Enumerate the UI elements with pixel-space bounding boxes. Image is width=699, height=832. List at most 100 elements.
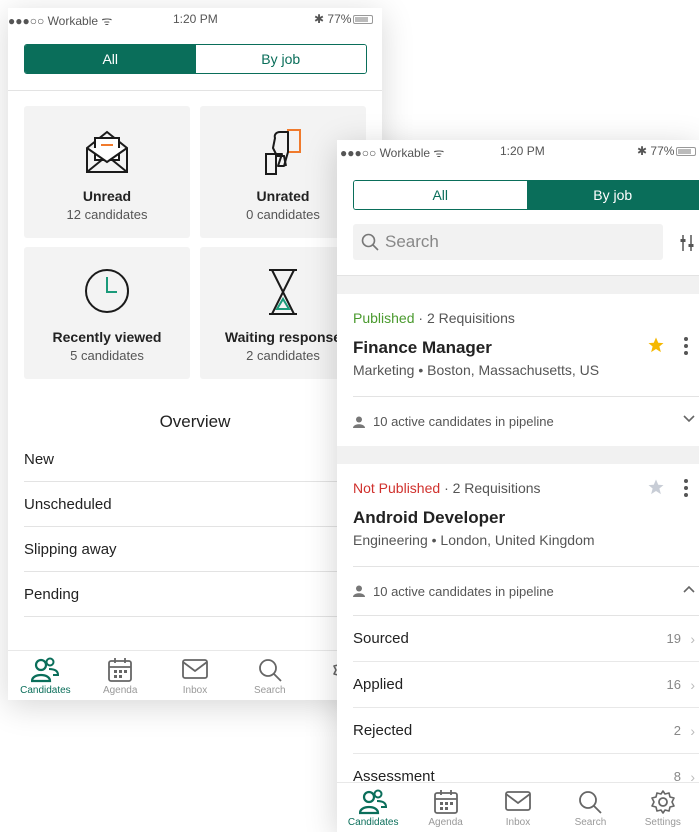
- search-bar[interactable]: [353, 224, 663, 260]
- overview-row-unscheduled[interactable]: Unscheduled: [24, 482, 382, 527]
- battery-indicator: ✱ 77%: [314, 12, 374, 26]
- tab-label: Candidates: [347, 817, 399, 828]
- filter-icon[interactable]: [679, 233, 695, 253]
- status-time: 1:20 PM: [500, 144, 545, 158]
- tab-label: Inbox: [505, 817, 531, 828]
- candidates-overview-screen: ●●●○○ Workable ᯤ 1:20 PM ✱ 77% All By jo…: [8, 8, 382, 700]
- stage-row-applied[interactable]: Applied 16 ›: [353, 662, 699, 708]
- thumbs-down-icon: [265, 129, 301, 175]
- pipeline-text: 10 active candidates in pipeline: [373, 414, 554, 429]
- hourglass-icon: [269, 269, 297, 315]
- star-empty-icon[interactable]: [647, 478, 665, 496]
- battery-indicator: ✱ 77%: [637, 144, 697, 158]
- envelope-icon: [86, 130, 128, 173]
- tab-label: Settings: [644, 817, 681, 828]
- stage-row-rejected[interactable]: Rejected 2 ›: [353, 708, 699, 754]
- pipeline-text: 10 active candidates in pipeline: [373, 583, 554, 599]
- battery-label: ✱ 77%: [637, 144, 675, 158]
- job-status-published: Published: [353, 310, 415, 326]
- job-requisitions: · 2 Requisitions: [444, 480, 541, 496]
- overview-row-pending[interactable]: Pending: [24, 572, 382, 617]
- search-icon: [579, 791, 603, 814]
- person-icon: [353, 416, 365, 428]
- tab-label: Candidates: [20, 685, 71, 696]
- tab-agenda[interactable]: Agenda: [409, 783, 481, 832]
- jobs-by-job-screen: ●●●○○ Workable ᯤ 1:20 PM ✱ 77% All By jo…: [337, 140, 699, 832]
- tab-inbox[interactable]: Inbox: [158, 651, 233, 700]
- job-status-line: Published · 2 Requisitions: [353, 310, 515, 326]
- calendar-icon: [108, 658, 133, 682]
- chevron-right-icon: ›: [690, 676, 695, 693]
- inbox-icon: [182, 659, 208, 679]
- stage-row-sourced[interactable]: Sourced 19 ›: [353, 616, 699, 662]
- stage-name: Rejected: [353, 722, 413, 739]
- job-location: Marketing • Boston, Massachusetts, US: [353, 362, 600, 378]
- chevron-up-icon: [683, 585, 695, 593]
- overview-row-slipping-away[interactable]: Slipping away: [24, 527, 382, 572]
- search-icon: [361, 233, 379, 251]
- tile-title: Recently viewed: [52, 329, 162, 345]
- search-input[interactable]: [385, 230, 645, 254]
- job-title: Android Developer: [353, 508, 506, 527]
- candidates-icon: [359, 789, 388, 815]
- segment-all[interactable]: All: [354, 181, 527, 209]
- job-more-menu[interactable]: [684, 479, 688, 500]
- overview-row-new[interactable]: New: [24, 437, 382, 482]
- status-bar: ●●●○○ Workable ᯤ 1:20 PM ✱ 77%: [8, 8, 382, 32]
- job-location: Engineering • London, United Kingdom: [353, 532, 595, 548]
- tab-label: Agenda: [102, 685, 138, 696]
- pipeline-summary[interactable]: 10 active candidates in pipeline: [353, 566, 699, 616]
- chevron-right-icon: ›: [690, 630, 695, 647]
- tile-subtitle: 5 candidates: [70, 348, 144, 363]
- status-time: 1:20 PM: [173, 12, 218, 26]
- tab-bar: Candidates Agenda Inbox: [337, 782, 699, 832]
- calendar-icon: [433, 790, 458, 814]
- tile-subtitle: 12 candidates: [66, 207, 148, 222]
- overview-title: Overview: [159, 412, 231, 431]
- tab-agenda[interactable]: Agenda: [83, 651, 158, 700]
- job-status-line: Not Published · 2 Requisitions: [353, 480, 541, 496]
- tab-search[interactable]: Search: [232, 651, 307, 700]
- tab-label: Search: [253, 685, 286, 696]
- tab-search[interactable]: Search: [554, 783, 626, 832]
- battery-icon: [676, 147, 697, 156]
- carrier-label: ●●●○○ Workable ᯤ: [8, 14, 113, 28]
- job-status-not-published: Not Published: [353, 480, 441, 496]
- segment-all[interactable]: All: [25, 45, 196, 73]
- carrier-label: ●●●○○ Workable ᯤ: [340, 146, 445, 160]
- status-bar: ●●●○○ Workable ᯤ 1:20 PM ✱ 77%: [337, 140, 699, 164]
- job-requisitions: · 2 Requisitions: [418, 310, 515, 326]
- segment-by-job[interactable]: By job: [195, 45, 366, 73]
- overview-row-label: Unscheduled: [24, 495, 112, 513]
- pipeline-summary[interactable]: 10 active candidates in pipeline: [353, 396, 699, 446]
- tile-recently-viewed[interactable]: Recently viewed 5 candidates: [24, 247, 190, 379]
- clock-icon: [85, 269, 129, 313]
- star-filled-icon[interactable]: [647, 336, 665, 354]
- tab-candidates[interactable]: Candidates: [8, 651, 83, 700]
- tab-label: Agenda: [428, 817, 463, 828]
- battery-icon: [353, 15, 374, 24]
- tab-candidates[interactable]: Candidates: [337, 783, 409, 832]
- overview-row-label: Pending: [24, 585, 80, 603]
- tab-label: Inbox: [182, 685, 208, 696]
- chevron-right-icon: ›: [690, 722, 695, 739]
- tab-inbox[interactable]: Inbox: [482, 783, 554, 832]
- job-more-menu[interactable]: [684, 337, 688, 358]
- section-gap: [337, 446, 699, 464]
- stage-count: 19: [666, 631, 681, 646]
- stage-name: Sourced: [353, 630, 409, 647]
- job-title: Finance Manager: [353, 338, 492, 357]
- candidates-icon: [31, 657, 60, 683]
- search-icon: [258, 659, 282, 682]
- tile-unread[interactable]: Unread 12 candidates: [24, 106, 190, 238]
- inbox-icon: [505, 791, 531, 811]
- gear-icon: [651, 790, 675, 814]
- battery-label: ✱ 77%: [314, 12, 352, 26]
- view-segmented-control: All By job: [24, 44, 367, 74]
- segment-by-job[interactable]: By job: [526, 181, 699, 209]
- overview-row-label: New: [24, 450, 55, 468]
- stage-count: 2: [673, 723, 681, 738]
- tab-settings[interactable]: Settings: [627, 783, 699, 832]
- tile-title: Unread: [82, 188, 132, 204]
- overview-row-label: Slipping away: [24, 540, 117, 558]
